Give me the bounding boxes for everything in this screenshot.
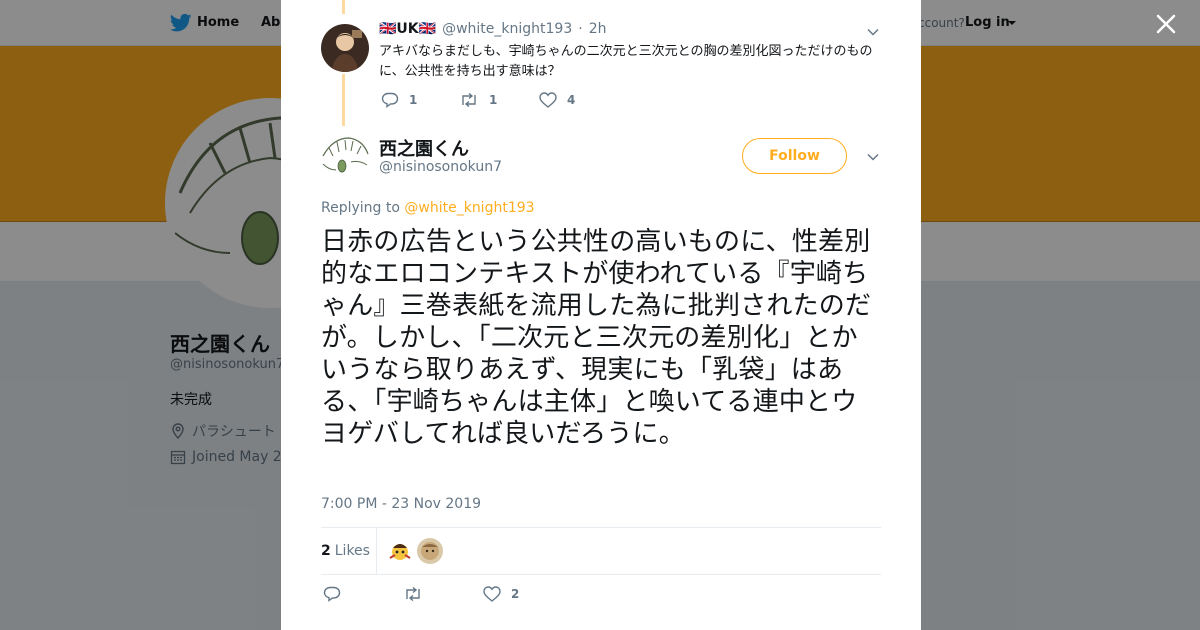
main-avatar-drawing-icon bbox=[321, 134, 369, 182]
replying-to-prefix: Replying to bbox=[321, 200, 400, 216]
liker-avatar[interactable] bbox=[387, 538, 413, 564]
main-retweet-button[interactable] bbox=[403, 587, 483, 601]
reply-avatar-photo-icon bbox=[321, 24, 369, 72]
likes-count: 2 bbox=[321, 543, 331, 559]
reply-tweet-text: アキバならまだしも、宇崎ちゃんの二次元と三次元との胸の差別化図っただけのものに、… bbox=[379, 44, 873, 79]
divider bbox=[321, 527, 881, 528]
reply-icon bbox=[381, 92, 399, 108]
main-reply-button[interactable] bbox=[323, 586, 403, 602]
reply-retweet-button[interactable]: 1 bbox=[459, 93, 539, 107]
reply-like-button[interactable]: 4 bbox=[539, 92, 599, 108]
reply-action-bar: 1 1 4 bbox=[381, 92, 599, 108]
thread-connector-line bbox=[342, 0, 345, 14]
reply-header: 🇬🇧UK🇬🇧 @white_knight193 · 2h bbox=[379, 21, 606, 37]
main-like-button[interactable]: 2 bbox=[483, 586, 543, 602]
follow-button[interactable]: Follow bbox=[742, 138, 847, 174]
chevron-down-icon[interactable] bbox=[867, 28, 879, 36]
reply-reply-button[interactable]: 1 bbox=[381, 92, 459, 108]
reply-like-count: 4 bbox=[567, 93, 576, 107]
heart-icon bbox=[539, 92, 557, 108]
replying-to-link[interactable]: @white_knight193 bbox=[404, 200, 534, 216]
likes-label: Likes bbox=[334, 543, 370, 559]
main-action-bar: 2 bbox=[323, 586, 543, 602]
tweet-modal: 🇬🇧UK🇬🇧 @white_knight193 · 2h アキバならまだしも、宇… bbox=[281, 0, 921, 630]
close-icon[interactable] bbox=[1150, 8, 1182, 40]
chevron-down-icon[interactable] bbox=[867, 153, 879, 161]
retweet-icon bbox=[462, 93, 476, 107]
main-author-handle[interactable]: @nisinosonokun7 bbox=[379, 159, 502, 175]
reply-author-name[interactable]: 🇬🇧UK🇬🇧 bbox=[379, 21, 436, 37]
reply-separator: · bbox=[578, 21, 583, 37]
reply-retweet-count: 1 bbox=[489, 93, 498, 107]
main-like-count: 2 bbox=[511, 587, 520, 601]
retweet-icon bbox=[406, 587, 420, 601]
main-author-name[interactable]: 西之園くん bbox=[379, 135, 469, 161]
main-author-avatar[interactable] bbox=[321, 134, 369, 182]
main-tweet-timestamp[interactable]: 7:00 PM - 23 Nov 2019 bbox=[321, 496, 481, 512]
reply-icon bbox=[323, 586, 341, 602]
reply-author-handle[interactable]: @white_knight193 bbox=[442, 21, 572, 37]
liker-avatar-image-icon bbox=[417, 538, 443, 564]
replying-to-line: Replying to @white_knight193 bbox=[321, 200, 535, 216]
reply-author-avatar[interactable] bbox=[321, 24, 369, 72]
thread-connector-line bbox=[342, 74, 345, 126]
reply-reply-count: 1 bbox=[409, 93, 418, 107]
liker-avatar-image-icon bbox=[387, 538, 413, 564]
main-tweet-text: 日赤の広告という公共性の高いものに、性差別的なエロコンテキストが使われている『宇… bbox=[321, 227, 872, 449]
reply-timestamp[interactable]: 2h bbox=[589, 21, 607, 37]
heart-icon bbox=[483, 586, 501, 602]
divider bbox=[321, 574, 881, 575]
liker-avatar[interactable] bbox=[417, 538, 443, 564]
likes-stat[interactable]: 2 Likes bbox=[321, 528, 377, 574]
